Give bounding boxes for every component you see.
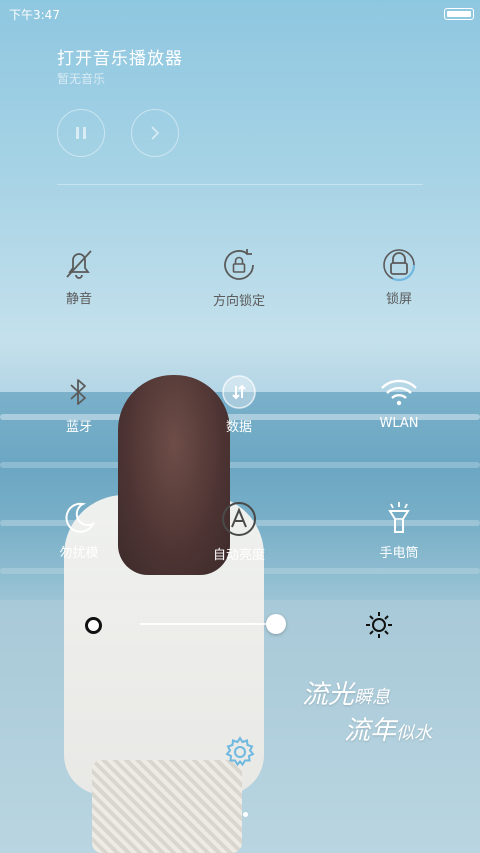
quote-big-text: 流光 [302,680,355,710]
status-bar: 下午3:47 [0,0,480,26]
quote-big-text: 流年 [344,716,397,746]
toggle-label: 蓝牙 [65,420,92,435]
brightness-max-icon [366,612,392,638]
pause-button[interactable] [57,109,105,157]
toggle-label: 数据 [225,420,252,435]
pause-icon [76,127,86,139]
toggle-label: 方向锁定 [212,294,265,309]
auto-brightness-icon [222,502,256,536]
wifi-icon [381,379,417,406]
toggle-rotation-lock[interactable]: 方向锁定 [184,246,294,326]
toggle-flashlight[interactable]: 手电筒 [344,500,454,580]
toggle-auto-brightness[interactable]: 自动亮度 [184,500,294,580]
music-player-title[interactable]: 打开音乐播放器 [57,44,183,69]
toggle-lock-screen[interactable]: 锁屏 [344,246,454,326]
wallpaper-figure-skirt [92,760,242,853]
rotation-lock-icon [224,249,254,280]
status-time: 下午3:47 [9,8,60,22]
flashlight-icon [388,502,410,533]
toggle-bluetooth[interactable]: 蓝牙 [24,374,134,454]
toggle-label: 手电筒 [379,546,419,561]
divider [57,184,423,185]
wallpaper-quote-line-2: 流年似水 [344,710,432,747]
toggle-label: WLAN [379,416,419,431]
toggle-label: 静音 [65,292,92,307]
brightness-slider-thumb[interactable] [266,614,286,634]
brightness-slider-track[interactable] [140,623,276,625]
toggle-do-not-disturb[interactable]: 勿扰模 [24,500,134,580]
moon-icon [65,502,96,533]
wave [0,462,480,468]
toggle-label: 自动亮度 [212,548,265,563]
toggle-mobile-data[interactable]: 数据 [184,374,294,454]
toggle-label: 勿扰模 [59,546,99,561]
lock-icon [382,248,416,282]
toggle-label: 锁屏 [385,292,412,307]
chevron-right-icon [151,126,160,140]
toggle-mute[interactable]: 静音 [24,246,134,326]
bell-off-icon [66,250,92,279]
bluetooth-icon [70,379,86,405]
toggle-wlan[interactable]: WLAN [344,374,454,454]
battery-icon [444,8,474,20]
next-button[interactable] [131,109,179,157]
page-indicator-dot [243,812,248,817]
quote-small-text: 瞬息 [354,687,391,708]
mobile-data-icon [222,375,256,409]
settings-gear-icon[interactable] [223,735,257,769]
wallpaper-quote-line-1: 流光瞬息 [302,674,390,711]
quote-small-text: 似水 [396,723,433,744]
music-player-subtitle: 暂无音乐 [57,72,106,86]
brightness-min-icon [85,617,102,634]
